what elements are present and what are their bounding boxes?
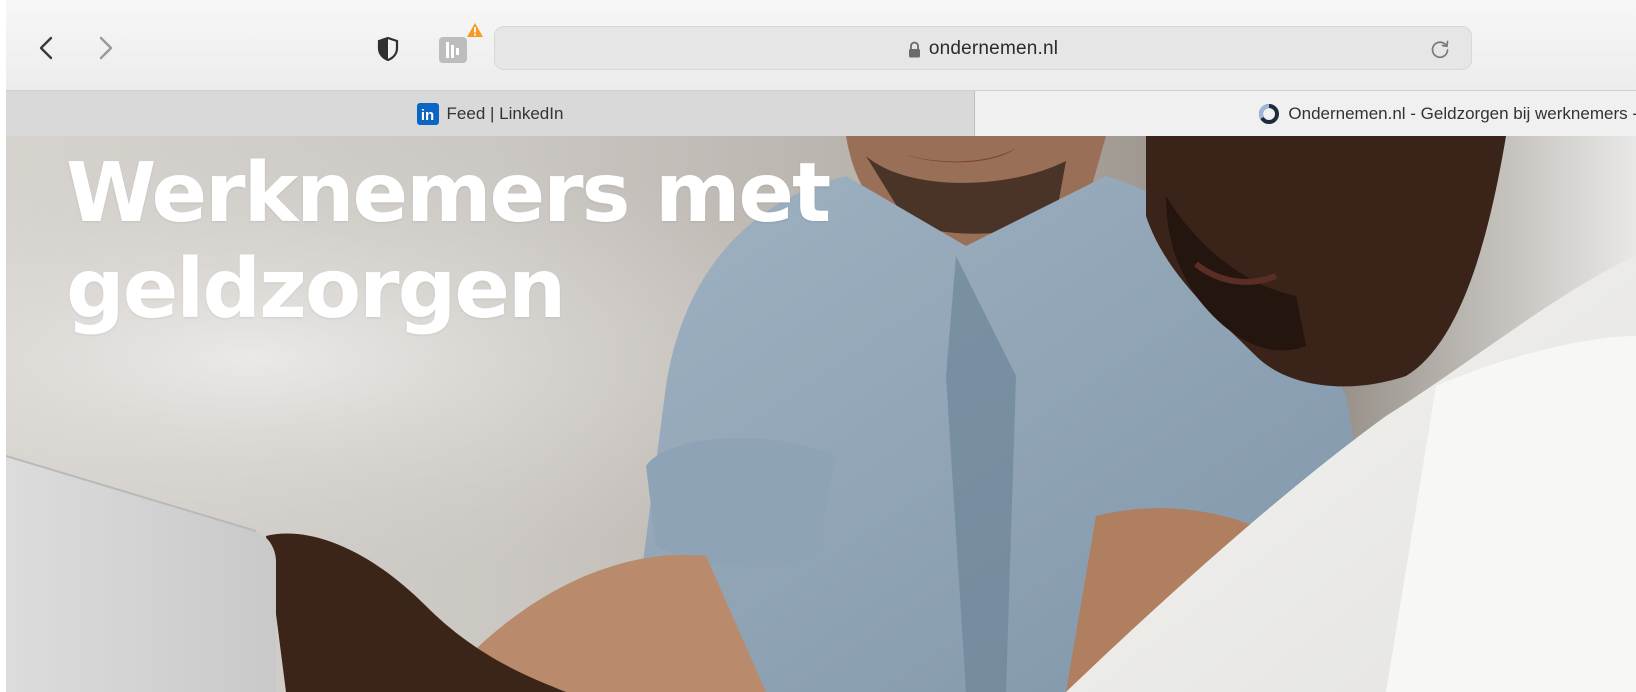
address-bar-content: ondernemen.nl [495,27,1471,71]
tab-title: Feed | LinkedIn [446,103,564,123]
browser-toolbar: ondernemen.nl [6,0,1636,90]
chevron-left-icon [39,36,53,60]
url-text: ondernemen.nl [928,38,1059,59]
hero-title-line-1: Werknemers met [66,146,831,241]
hero-title: Werknemers met geldzorgen [66,146,831,338]
tab-ondernemen[interactable]: Ondernemen.nl - Geldzorgen bij werknemer… [975,91,1636,136]
hero-section: Werknemers met geldzorgen [6,136,1636,692]
address-bar[interactable]: ondernemen.nl [494,26,1472,70]
extension-button[interactable] [438,23,483,64]
back-button[interactable] [32,30,60,66]
lock-icon [908,41,920,57]
warning-icon [467,23,483,37]
ondernemen-icon [1259,103,1280,124]
hero-title-line-2: geldzorgen [66,242,566,337]
tab-content: Ondernemen.nl - Geldzorgen bij werknemer… [1258,103,1636,125]
shield-icon [377,36,399,62]
reload-button[interactable] [1429,38,1451,60]
forward-button[interactable] [92,30,120,66]
chevron-right-icon [99,36,113,60]
reload-icon [1431,40,1449,59]
tab-bar: in Feed | LinkedIn Ondernemen.nl - Geldz… [6,90,1636,136]
tab-title: Ondernemen.nl - Geldzorgen bij werknemer… [1288,103,1636,123]
linkedin-icon: in [416,102,439,125]
tab-linkedin[interactable]: in Feed | LinkedIn [6,91,975,136]
extension-icon [439,37,467,63]
browser-window: ondernemen.nl in Feed | LinkedIn Onderne… [6,0,1636,692]
privacy-report-button[interactable] [376,36,400,62]
